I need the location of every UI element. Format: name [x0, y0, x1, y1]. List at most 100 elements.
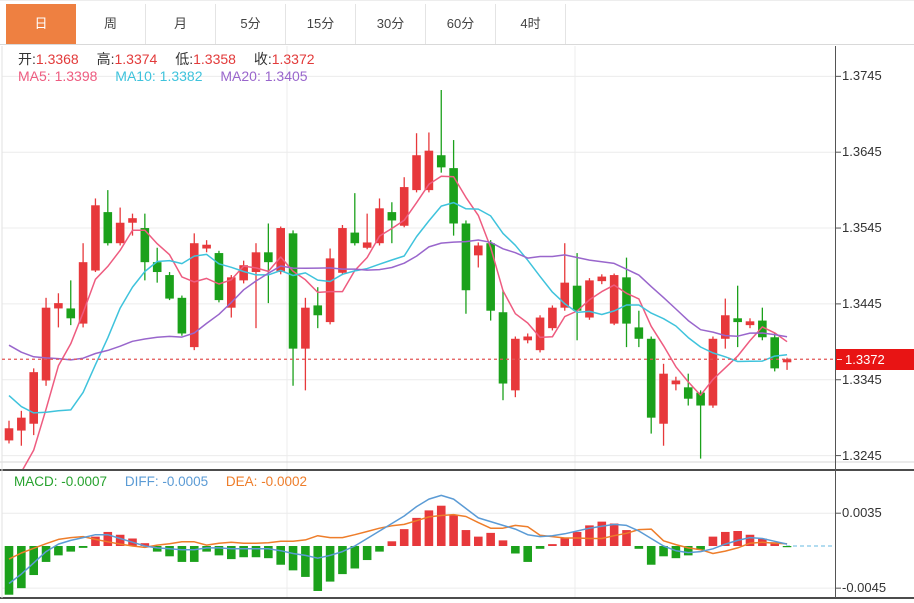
candle[interactable]	[388, 202, 397, 243]
candle[interactable]	[449, 140, 458, 236]
candle[interactable]	[91, 198, 100, 272]
candle[interactable]	[437, 90, 446, 173]
macd-histogram-bar[interactable]	[66, 546, 75, 552]
candle[interactable]	[375, 198, 384, 245]
macd-histogram-bar[interactable]	[313, 546, 322, 591]
macd-histogram-bar[interactable]	[289, 546, 298, 570]
macd-histogram-bar[interactable]	[363, 546, 372, 560]
macd-histogram-bar[interactable]	[511, 546, 520, 553]
candle[interactable]	[301, 298, 310, 391]
candle[interactable]	[202, 240, 211, 252]
candle[interactable]	[573, 253, 582, 340]
macd-histogram-bar[interactable]	[54, 546, 63, 555]
candle[interactable]	[733, 286, 742, 347]
macd-histogram-bar[interactable]	[783, 546, 792, 547]
macd-histogram-bar[interactable]	[449, 515, 458, 546]
macd-histogram-bar[interactable]	[523, 546, 532, 562]
candle[interactable]	[42, 298, 51, 386]
candle[interactable]	[696, 390, 705, 458]
candle[interactable]	[548, 305, 557, 330]
candle[interactable]	[474, 242, 483, 267]
candle[interactable]	[635, 311, 644, 347]
candle[interactable]	[153, 248, 162, 283]
macd-histogram-bar[interactable]	[573, 532, 582, 546]
candle[interactable]	[165, 272, 174, 300]
tab-day[interactable]: 日	[6, 4, 76, 44]
macd-histogram-bar[interactable]	[635, 546, 644, 549]
candle[interactable]	[523, 333, 532, 343]
candle[interactable]	[758, 308, 767, 341]
candle[interactable]	[363, 214, 372, 250]
macd-histogram-bar[interactable]	[474, 537, 483, 546]
candle[interactable]	[313, 287, 322, 328]
macd-histogram-bar[interactable]	[388, 541, 397, 546]
macd-histogram-bar[interactable]	[178, 546, 187, 562]
macd-histogram-bar[interactable]	[425, 510, 434, 546]
candle[interactable]	[770, 333, 779, 371]
candle[interactable]	[116, 208, 125, 246]
macd-histogram-bar[interactable]	[326, 546, 335, 582]
tab-60min[interactable]: 60分	[426, 4, 496, 44]
candle[interactable]	[326, 249, 335, 325]
candle[interactable]	[412, 133, 421, 192]
candle[interactable]	[647, 337, 656, 434]
candle[interactable]	[289, 230, 298, 385]
macd-histogram-bar[interactable]	[560, 538, 569, 546]
candle[interactable]	[29, 368, 38, 435]
macd-histogram-bar[interactable]	[301, 546, 310, 577]
macd-histogram-bar[interactable]	[462, 530, 471, 546]
tab-week[interactable]: 周	[76, 4, 146, 44]
tab-month[interactable]: 月	[146, 4, 216, 44]
candle[interactable]	[252, 243, 261, 328]
tab-5min[interactable]: 5分	[216, 4, 286, 44]
candle[interactable]	[215, 251, 224, 303]
candle[interactable]	[351, 193, 360, 245]
candle[interactable]	[178, 296, 187, 336]
candle[interactable]	[79, 243, 88, 327]
candle[interactable]	[17, 411, 26, 446]
macd-histogram-bar[interactable]	[79, 546, 88, 548]
candle[interactable]	[104, 190, 113, 245]
macd-histogram-bar[interactable]	[375, 546, 384, 552]
tab-15min[interactable]: 15分	[286, 4, 356, 44]
macd-histogram-bar[interactable]	[437, 506, 446, 546]
macd-histogram-bar[interactable]	[672, 546, 681, 558]
tab-4hour[interactable]: 4时	[496, 4, 566, 44]
tab-30min[interactable]: 30分	[356, 4, 426, 44]
candle[interactable]	[128, 214, 137, 236]
macd-histogram-bar[interactable]	[486, 533, 495, 546]
candle[interactable]	[54, 293, 63, 327]
macd-histogram-bar[interactable]	[252, 546, 261, 557]
candle[interactable]	[264, 223, 273, 303]
candle[interactable]	[610, 274, 619, 326]
candle[interactable]	[425, 132, 434, 192]
macd-histogram-bar[interactable]	[400, 529, 409, 546]
candle[interactable]	[141, 214, 150, 281]
macd-histogram-bar[interactable]	[276, 546, 285, 565]
candle[interactable]	[709, 337, 718, 408]
candle[interactable]	[462, 220, 471, 313]
candle[interactable]	[511, 337, 520, 398]
macd-histogram-bar[interactable]	[733, 531, 742, 546]
macd-histogram-bar[interactable]	[499, 540, 508, 546]
macd-histogram-bar[interactable]	[351, 546, 360, 568]
candle[interactable]	[66, 280, 75, 325]
macd-histogram-bar[interactable]	[239, 546, 248, 557]
macd-histogram-bar[interactable]	[165, 546, 174, 556]
candle[interactable]	[672, 377, 681, 391]
candle[interactable]	[746, 318, 755, 328]
candle[interactable]	[598, 274, 607, 284]
candle[interactable]	[338, 225, 347, 275]
candle[interactable]	[721, 299, 730, 349]
macd-histogram-bar[interactable]	[548, 544, 557, 546]
candle[interactable]	[5, 421, 14, 444]
candle[interactable]	[486, 240, 495, 320]
candle[interactable]	[499, 290, 508, 400]
macd-histogram-bar[interactable]	[5, 546, 14, 595]
macd-histogram-bar[interactable]	[647, 546, 656, 565]
macd-histogram-bar[interactable]	[264, 546, 273, 558]
candle[interactable]	[659, 364, 668, 446]
macd-histogram-bar[interactable]	[536, 546, 545, 549]
macd-histogram-bar[interactable]	[190, 546, 199, 562]
macd-histogram-bar[interactable]	[709, 537, 718, 546]
